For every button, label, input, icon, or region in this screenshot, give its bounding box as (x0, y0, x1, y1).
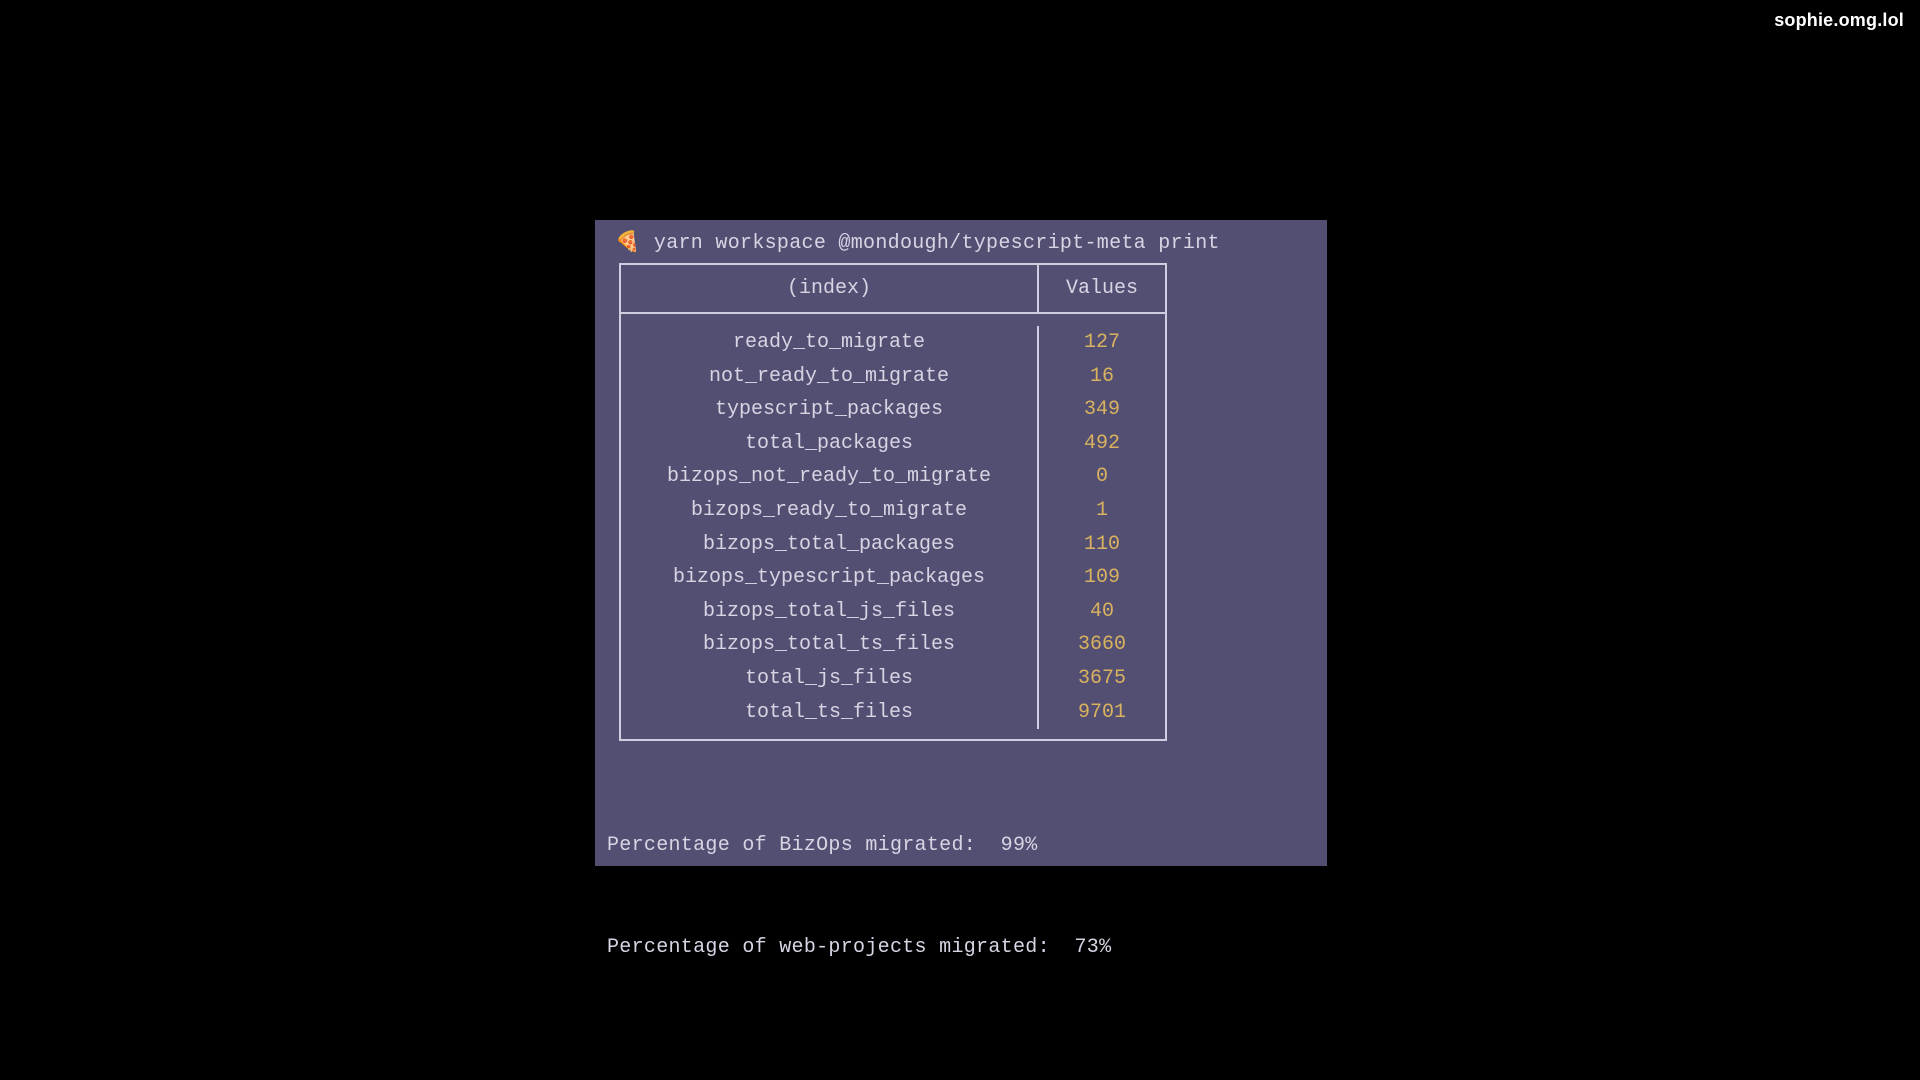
table-row: bizops_total_js_files 40 (621, 595, 1165, 629)
row-key: bizops_total_js_files (621, 595, 1039, 629)
watermark-text: sophie.omg.lol (1774, 10, 1904, 31)
row-key: bizops_total_packages (621, 528, 1039, 562)
row-key: bizops_ready_to_migrate (621, 494, 1039, 528)
table-row: total_ts_files 9701 (621, 696, 1165, 730)
table-row: total_packages 492 (621, 427, 1165, 461)
command-text: yarn workspace @mondough/typescript-meta… (654, 230, 1220, 257)
row-key: typescript_packages (621, 393, 1039, 427)
row-key: ready_to_migrate (621, 326, 1039, 360)
row-key: total_ts_files (621, 696, 1039, 730)
table-row: typescript_packages 349 (621, 393, 1165, 427)
summary-line-2: Percentage of web-projects migrated: 73% (607, 931, 1309, 965)
table-row: not_ready_to_migrate 16 (621, 360, 1165, 394)
table-row: bizops_total_ts_files 3660 (621, 628, 1165, 662)
table-row: bizops_total_packages 110 (621, 528, 1165, 562)
table-row: bizops_ready_to_migrate 1 (621, 494, 1165, 528)
row-key: not_ready_to_migrate (621, 360, 1039, 394)
header-values: Values (1039, 265, 1165, 312)
table-body: ready_to_migrate 127 not_ready_to_migrat… (621, 314, 1165, 739)
pizza-icon: 🍕 (615, 230, 640, 257)
row-key: bizops_total_ts_files (621, 628, 1039, 662)
table-row: total_js_files 3675 (621, 662, 1165, 696)
prompt-line: 🍕 yarn workspace @mondough/typescript-me… (615, 230, 1309, 257)
table-row: ready_to_migrate 127 (621, 326, 1165, 360)
table-row: bizops_not_ready_to_migrate 0 (621, 460, 1165, 494)
row-key: total_packages (621, 427, 1039, 461)
summary-block: Percentage of BizOps migrated: 99% Perce… (607, 761, 1309, 1033)
row-key: bizops_typescript_packages (621, 561, 1039, 595)
row-value: 3660 (1039, 628, 1165, 662)
row-key: total_js_files (621, 662, 1039, 696)
summary-line-1: Percentage of BizOps migrated: 99% (607, 829, 1309, 863)
row-value: 9701 (1039, 696, 1165, 730)
row-key: bizops_not_ready_to_migrate (621, 460, 1039, 494)
row-value: 492 (1039, 427, 1165, 461)
row-value: 1 (1039, 494, 1165, 528)
row-value: 3675 (1039, 662, 1165, 696)
table-header: (index) Values (621, 265, 1165, 314)
header-index: (index) (621, 265, 1039, 312)
row-value: 40 (1039, 595, 1165, 629)
row-value: 16 (1039, 360, 1165, 394)
row-value: 127 (1039, 326, 1165, 360)
table-row: bizops_typescript_packages 109 (621, 561, 1165, 595)
row-value: 349 (1039, 393, 1165, 427)
row-value: 110 (1039, 528, 1165, 562)
row-value: 109 (1039, 561, 1165, 595)
terminal-window: 🍕 yarn workspace @mondough/typescript-me… (595, 220, 1327, 866)
stats-table: (index) Values ready_to_migrate 127 not_… (619, 263, 1167, 741)
row-value: 0 (1039, 460, 1165, 494)
